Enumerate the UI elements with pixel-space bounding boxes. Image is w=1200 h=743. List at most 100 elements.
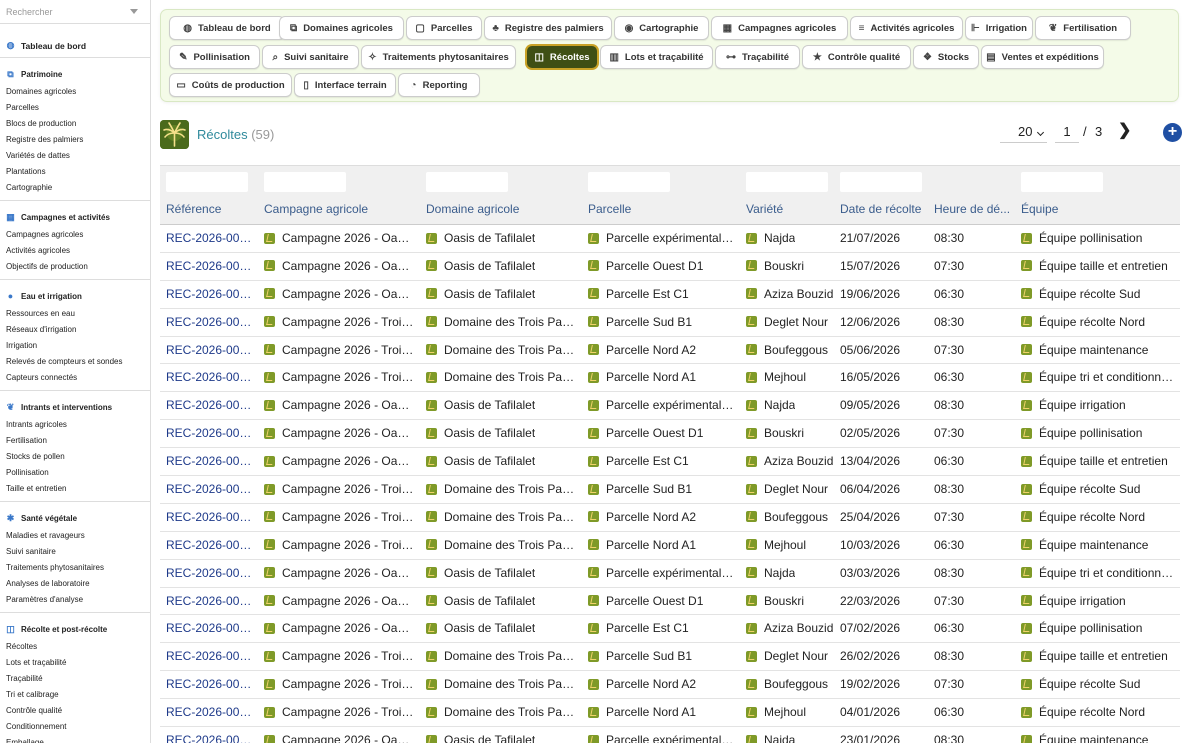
table-cell[interactable]: REC-2026-00041: [166, 733, 258, 743]
table-cell[interactable]: REC-2026-00052: [166, 426, 258, 440]
menu-tab-recoltes[interactable]: ◫ Récoltes: [526, 45, 598, 69]
table-row[interactable]: REC-2026-00042 Campagne 2026 - Trois Palm…: [160, 699, 1180, 728]
next-page-icon[interactable]: ❯: [1118, 120, 1131, 140]
sidebar-item[interactable]: Blocs de production: [0, 116, 150, 132]
table-row[interactable]: REC-2026-00048 Campagne 2026 - Trois Palm…: [160, 532, 1180, 560]
sidebar-section-title[interactable]: ⧉ Patrimoine: [0, 64, 150, 84]
sidebar-item[interactable]: Analyses de laboratoire: [0, 576, 150, 592]
column-filter-input[interactable]: [1021, 172, 1103, 192]
table-row[interactable]: REC-2026-00053 Campagne 2026 - Oasis de T…: [160, 392, 1180, 421]
table-cell[interactable]: REC-2026-00045: [166, 621, 258, 635]
menu-tab-pollinisation[interactable]: ✎ Pollinisation: [169, 45, 260, 69]
sidebar-item[interactable]: Plantations: [0, 164, 150, 180]
sidebar-item[interactable]: Ressources en eau: [0, 306, 150, 322]
column-header[interactable]: Parcelle: [588, 202, 738, 216]
column-filter-input[interactable]: [746, 172, 828, 192]
sidebar-item-dashboard[interactable]: ◍ Tableau de bord: [0, 34, 150, 58]
sidebar-item[interactable]: Registre des palmiers: [0, 132, 150, 148]
table-cell[interactable]: REC-2026-00042: [166, 705, 258, 719]
sidebar-item[interactable]: Récoltes: [0, 639, 150, 655]
table-cell[interactable]: REC-2026-00059: [166, 231, 258, 245]
table-row[interactable]: REC-2026-00046 Campagne 2026 - Oasis de T…: [160, 588, 1180, 616]
menu-tab-activites-agricoles[interactable]: ≡ Activités agricoles: [850, 16, 963, 40]
table-cell[interactable]: REC-2026-00055: [166, 343, 258, 357]
menu-tab-controle-qualite[interactable]: ★ Contrôle qualité: [802, 45, 911, 69]
menu-tab-domaines-agricoles[interactable]: ⧉ Domaines agricoles: [279, 16, 404, 40]
table-cell[interactable]: REC-2026-00049: [166, 510, 258, 524]
menu-tab-tableau-de-bord[interactable]: ◍ Tableau de bord: [169, 16, 285, 40]
menu-tab-registre-des-palmiers[interactable]: ♣ Registre des palmiers: [484, 16, 612, 40]
sidebar-item[interactable]: Traitements phytosanitaires: [0, 560, 150, 576]
sidebar-section-title[interactable]: ▦ Campagnes et activités: [0, 207, 150, 227]
sidebar-item[interactable]: Activités agricoles: [0, 243, 150, 259]
menu-tab-fertilisation[interactable]: ❦ Fertilisation: [1035, 16, 1131, 40]
column-filter-input[interactable]: [426, 172, 508, 192]
column-header[interactable]: Domaine agricole: [426, 202, 576, 216]
table-cell[interactable]: REC-2026-00051: [166, 454, 258, 468]
menu-tab-parcelles[interactable]: ▢ Parcelles: [406, 16, 482, 40]
sidebar-item[interactable]: Contrôle qualité: [0, 703, 150, 719]
table-row[interactable]: REC-2026-00047 Campagne 2026 - Oasis de T…: [160, 560, 1180, 588]
sidebar-item[interactable]: Capteurs connectés: [0, 370, 150, 386]
column-filter-input[interactable]: [588, 172, 670, 192]
sidebar-item[interactable]: Stocks de pollen: [0, 449, 150, 465]
menu-tab-reporting[interactable]: ◔ Reporting: [398, 73, 480, 97]
table-row[interactable]: REC-2026-00050 Campagne 2026 - Trois Palm…: [160, 476, 1180, 504]
column-filter-input[interactable]: [264, 172, 346, 192]
table-row[interactable]: REC-2026-00057 Campagne 2026 - Oasis de T…: [160, 281, 1180, 309]
sidebar-item[interactable]: Traçabilité: [0, 671, 150, 687]
sidebar-section-title[interactable]: ✱ Santé végétale: [0, 508, 150, 528]
table-cell[interactable]: REC-2026-00043: [166, 677, 258, 691]
table-row[interactable]: REC-2026-00049 Campagne 2026 - Trois Palm…: [160, 504, 1180, 532]
current-page-input[interactable]: 1: [1055, 121, 1079, 143]
sidebar-section-title[interactable]: ❦ Intrants et interventions: [0, 397, 150, 417]
table-cell[interactable]: REC-2026-00047: [166, 566, 258, 580]
menu-tab-ventes-et-expeditions[interactable]: ▤ Ventes et expéditions: [981, 45, 1104, 69]
sidebar-item[interactable]: Fertilisation: [0, 433, 150, 449]
table-cell[interactable]: REC-2026-00044: [166, 649, 258, 663]
table-cell[interactable]: REC-2026-00046: [166, 594, 258, 608]
sidebar-item[interactable]: Campagnes agricoles: [0, 227, 150, 243]
sidebar-item[interactable]: Irrigation: [0, 338, 150, 354]
column-header[interactable]: Campagne agricole: [264, 202, 414, 216]
sidebar-item[interactable]: Lots et traçabilité: [0, 655, 150, 671]
table-row[interactable]: REC-2026-00055 Campagne 2026 - Trois Palm…: [160, 337, 1180, 365]
column-header[interactable]: Référence: [166, 202, 258, 216]
sidebar-item[interactable]: Pollinisation: [0, 465, 150, 481]
table-cell[interactable]: REC-2026-00056: [166, 315, 258, 329]
sidebar-item[interactable]: Paramètres d'analyse: [0, 592, 150, 608]
table-row[interactable]: REC-2026-00045 Campagne 2026 - Oasis de T…: [160, 615, 1180, 644]
sidebar-item[interactable]: Conditionnement: [0, 719, 150, 735]
column-filter-input[interactable]: [840, 172, 922, 192]
sidebar-item[interactable]: Suivi sanitaire: [0, 544, 150, 560]
table-cell[interactable]: REC-2026-00054: [166, 370, 258, 384]
table-row[interactable]: REC-2026-00051 Campagne 2026 - Oasis de T…: [160, 448, 1180, 477]
table-row[interactable]: REC-2026-00052 Campagne 2026 - Oasis de T…: [160, 420, 1180, 449]
sidebar-item[interactable]: Emballage: [0, 735, 150, 743]
table-row[interactable]: REC-2026-00043 Campagne 2026 - Trois Palm…: [160, 671, 1180, 700]
menu-tab-cartographie[interactable]: ◉ Cartographie: [614, 16, 709, 40]
menu-tab-campagnes-agricoles[interactable]: ▦ Campagnes agricoles: [711, 16, 848, 40]
column-header[interactable]: Date de récolte: [840, 202, 928, 216]
table-row[interactable]: REC-2026-00054 Campagne 2026 - Trois Palm…: [160, 364, 1180, 393]
table-cell[interactable]: REC-2026-00058: [166, 259, 258, 273]
sidebar-item[interactable]: Domaines agricoles: [0, 84, 150, 100]
sidebar-item[interactable]: Cartographie: [0, 180, 150, 196]
column-header[interactable]: Heure de dé...: [934, 202, 1014, 216]
sidebar-section-title[interactable]: ◫ Récolte et post-récolte: [0, 619, 150, 639]
sidebar-item[interactable]: Relevés de compteurs et sondes: [0, 354, 150, 370]
sidebar-item[interactable]: Variétés de dattes: [0, 148, 150, 164]
sidebar-item[interactable]: Intrants agricoles: [0, 417, 150, 433]
menu-tab-traitements-phytosanitaires[interactable]: ✧ Traitements phytosanitaires: [361, 45, 516, 69]
menu-tab-irrigation[interactable]: ⊩ Irrigation: [965, 16, 1033, 40]
table-row[interactable]: REC-2026-00056 Campagne 2026 - Trois Palm…: [160, 309, 1180, 337]
sidebar-item[interactable]: Taille et entretien: [0, 481, 150, 497]
sidebar-search-select[interactable]: Rechercher: [0, 0, 150, 24]
add-record-button[interactable]: +: [1163, 123, 1182, 142]
table-row[interactable]: REC-2026-00041 Campagne 2026 - Oasis de T…: [160, 727, 1180, 743]
sidebar-item[interactable]: Parcelles: [0, 100, 150, 116]
table-cell[interactable]: REC-2026-00053: [166, 398, 258, 412]
table-row[interactable]: REC-2026-00059 Campagne 2026 - Oasis de T…: [160, 225, 1180, 253]
chevron-down-icon[interactable]: [130, 9, 138, 14]
sidebar-item[interactable]: Objectifs de production: [0, 259, 150, 275]
